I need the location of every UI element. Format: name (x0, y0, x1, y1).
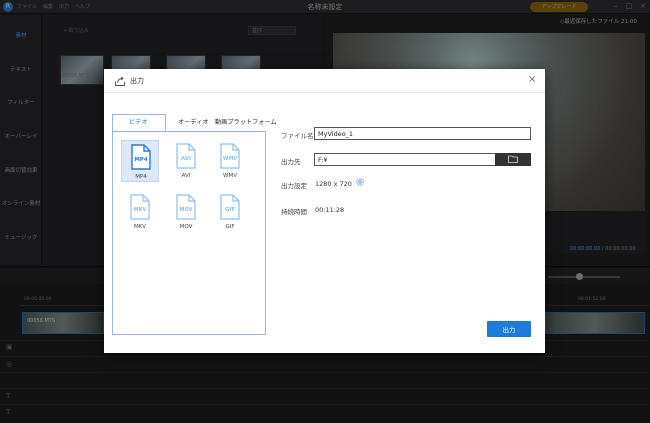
avi-file-icon: AVI (176, 143, 196, 169)
close-icon[interactable]: × (528, 74, 536, 86)
tab-video[interactable]: ビデオ (129, 117, 148, 126)
dialog-title: 出力 (130, 77, 144, 85)
export-dialog: 出力 × ビデオ オーディオ 動画プラットフォーム MP4 MP4 AVI AV… (104, 69, 545, 353)
format-badge: MKV (134, 207, 147, 213)
format-badge: MP4 (134, 157, 148, 163)
format-label: AVI (181, 173, 191, 179)
tab-audio[interactable]: オーディオ (178, 117, 209, 126)
format-avi[interactable]: AVI AVI (167, 140, 205, 182)
resolution-value: 1280 x 720 (315, 180, 352, 188)
format-badge: AVI (181, 156, 191, 162)
format-badge: GIF (225, 207, 236, 213)
wmv-file-icon: WMV (220, 143, 240, 169)
format-label: WMV (223, 173, 237, 179)
format-badge: MOV (180, 207, 193, 213)
settings-gear-icon[interactable] (355, 177, 365, 187)
format-label: MKV (133, 224, 147, 230)
format-label: MP4 (135, 174, 147, 180)
mov-file-icon: MOV (176, 194, 196, 220)
duration-label: 持続時間 (281, 208, 307, 216)
format-wmv[interactable]: WMV WMV (211, 140, 249, 182)
output-path-input[interactable] (314, 153, 496, 166)
format-badge: WMV (223, 156, 237, 162)
filename-input[interactable] (314, 127, 531, 140)
browse-folder-button[interactable] (495, 153, 531, 166)
duration-value: 00:11:28 (315, 206, 345, 214)
mkv-file-icon: MKV (130, 194, 150, 220)
output-settings-label: 出力設定 (281, 182, 307, 190)
gif-file-icon: GIF (220, 194, 240, 220)
format-mov[interactable]: MOV MOV (167, 191, 205, 233)
format-label: MOV (179, 224, 193, 230)
mp4-file-icon: MP4 (131, 144, 151, 170)
folder-icon (508, 155, 518, 163)
format-gif[interactable]: GIF GIF (211, 191, 249, 233)
format-mkv[interactable]: MKV MKV (121, 191, 159, 233)
format-tabs: ビデオ オーディオ 動画プラットフォーム (112, 113, 277, 131)
format-mp4[interactable]: MP4 MP4 (121, 140, 159, 182)
filename-label: ファイル名 (281, 132, 314, 140)
format-label: GIF (225, 224, 235, 230)
tab-platform[interactable]: 動画プラットフォーム (215, 117, 277, 126)
export-icon (115, 76, 125, 86)
export-button[interactable]: 出力 (487, 321, 531, 337)
output-path-label: 出力先 (281, 158, 301, 166)
dialog-header: 出力 × (104, 69, 545, 93)
